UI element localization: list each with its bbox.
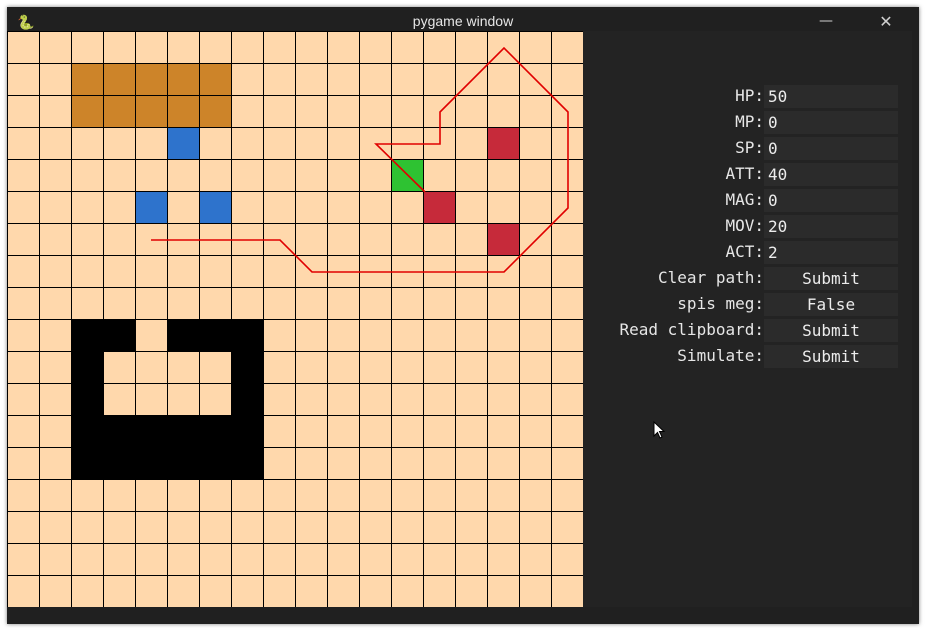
orange-cell xyxy=(71,63,103,95)
stat-row-act: ACT: 2 xyxy=(583,240,912,264)
simulate-button[interactable]: Submit xyxy=(764,345,898,368)
stat-row-att: ATT: 40 xyxy=(583,162,912,186)
wall-cell xyxy=(231,319,263,351)
mp-field[interactable]: 0 xyxy=(764,111,898,134)
wall-cell xyxy=(71,415,103,447)
read-clipboard-button[interactable]: Submit xyxy=(764,319,898,342)
wall-cell xyxy=(135,447,167,479)
wall-cell xyxy=(231,447,263,479)
orange-cell xyxy=(167,95,199,127)
blue-unit-cell xyxy=(167,127,199,159)
wall-cell xyxy=(71,319,103,351)
mouse-cursor-icon xyxy=(653,421,666,439)
sp-label: SP: xyxy=(735,138,764,157)
red-unit-cell xyxy=(487,223,519,255)
spis-meg-label: spis meg: xyxy=(677,294,764,313)
orange-cell xyxy=(167,63,199,95)
wall-cell xyxy=(167,319,199,351)
hp-field[interactable]: 50 xyxy=(764,85,898,108)
mov-field[interactable]: 20 xyxy=(764,215,898,238)
window-title: pygame window xyxy=(412,13,514,29)
wall-cell xyxy=(231,415,263,447)
red-unit-cell xyxy=(423,191,455,223)
orange-cell xyxy=(199,63,231,95)
wall-cell xyxy=(103,415,135,447)
mag-label: MAG: xyxy=(725,190,764,209)
mp-label: MP: xyxy=(735,112,764,131)
sp-field[interactable]: 0 xyxy=(764,137,898,160)
blue-unit-cell xyxy=(199,191,231,223)
wall-cell xyxy=(167,415,199,447)
spis-meg-button[interactable]: False xyxy=(764,293,898,316)
stat-row-mag: MAG: 0 xyxy=(583,188,912,212)
orange-cell xyxy=(71,95,103,127)
act-field[interactable]: 2 xyxy=(764,241,898,264)
clear-path-button[interactable]: Submit xyxy=(764,267,898,290)
att-field[interactable]: 40 xyxy=(764,163,898,186)
stat-row-sp: SP: 0 xyxy=(583,136,912,160)
orange-cell xyxy=(135,95,167,127)
wall-cell xyxy=(71,447,103,479)
wall-cell xyxy=(199,447,231,479)
wall-cell xyxy=(71,383,103,415)
read-clipboard-label: Read clipboard: xyxy=(619,320,765,339)
stat-row-hp: HP: 50 xyxy=(583,84,912,108)
mag-field[interactable]: 0 xyxy=(764,189,898,212)
stat-row-mp: MP: 0 xyxy=(583,110,912,134)
stat-row-clear-path: Clear path: Submit xyxy=(583,266,912,290)
wall-cell xyxy=(135,415,167,447)
stat-row-simulate: Simulate: Submit xyxy=(583,344,912,368)
orange-cell xyxy=(135,63,167,95)
game-grid[interactable] xyxy=(7,31,583,607)
wall-cell xyxy=(103,447,135,479)
stats-panel: HP: 50 MP: 0 SP: 0 ATT: 40 MAG: 0 MOV: 20 ACT: 2 Clear… xyxy=(583,31,912,607)
clear-path-label: Clear path: xyxy=(658,268,764,287)
red-unit-cell xyxy=(487,127,519,159)
orange-cell xyxy=(199,95,231,127)
wall-cell xyxy=(199,415,231,447)
stat-row-mov: MOV: 20 xyxy=(583,214,912,238)
hp-label: HP: xyxy=(735,86,764,105)
mov-label: MOV: xyxy=(725,216,764,235)
blue-unit-cell xyxy=(135,191,167,223)
stat-row-read-clipboard: Read clipboard: Submit xyxy=(583,318,912,342)
simulate-label: Simulate: xyxy=(677,346,764,365)
orange-cell xyxy=(103,95,135,127)
wall-cell xyxy=(103,319,135,351)
act-label: ACT: xyxy=(725,242,764,261)
wall-cell xyxy=(71,351,103,383)
att-label: ATT: xyxy=(725,164,764,183)
wall-cell xyxy=(231,383,263,415)
wall-cell xyxy=(167,447,199,479)
wall-cell xyxy=(199,319,231,351)
wall-cell xyxy=(231,351,263,383)
orange-cell xyxy=(103,63,135,95)
stat-row-spis-meg: spis meg: False xyxy=(583,292,912,316)
